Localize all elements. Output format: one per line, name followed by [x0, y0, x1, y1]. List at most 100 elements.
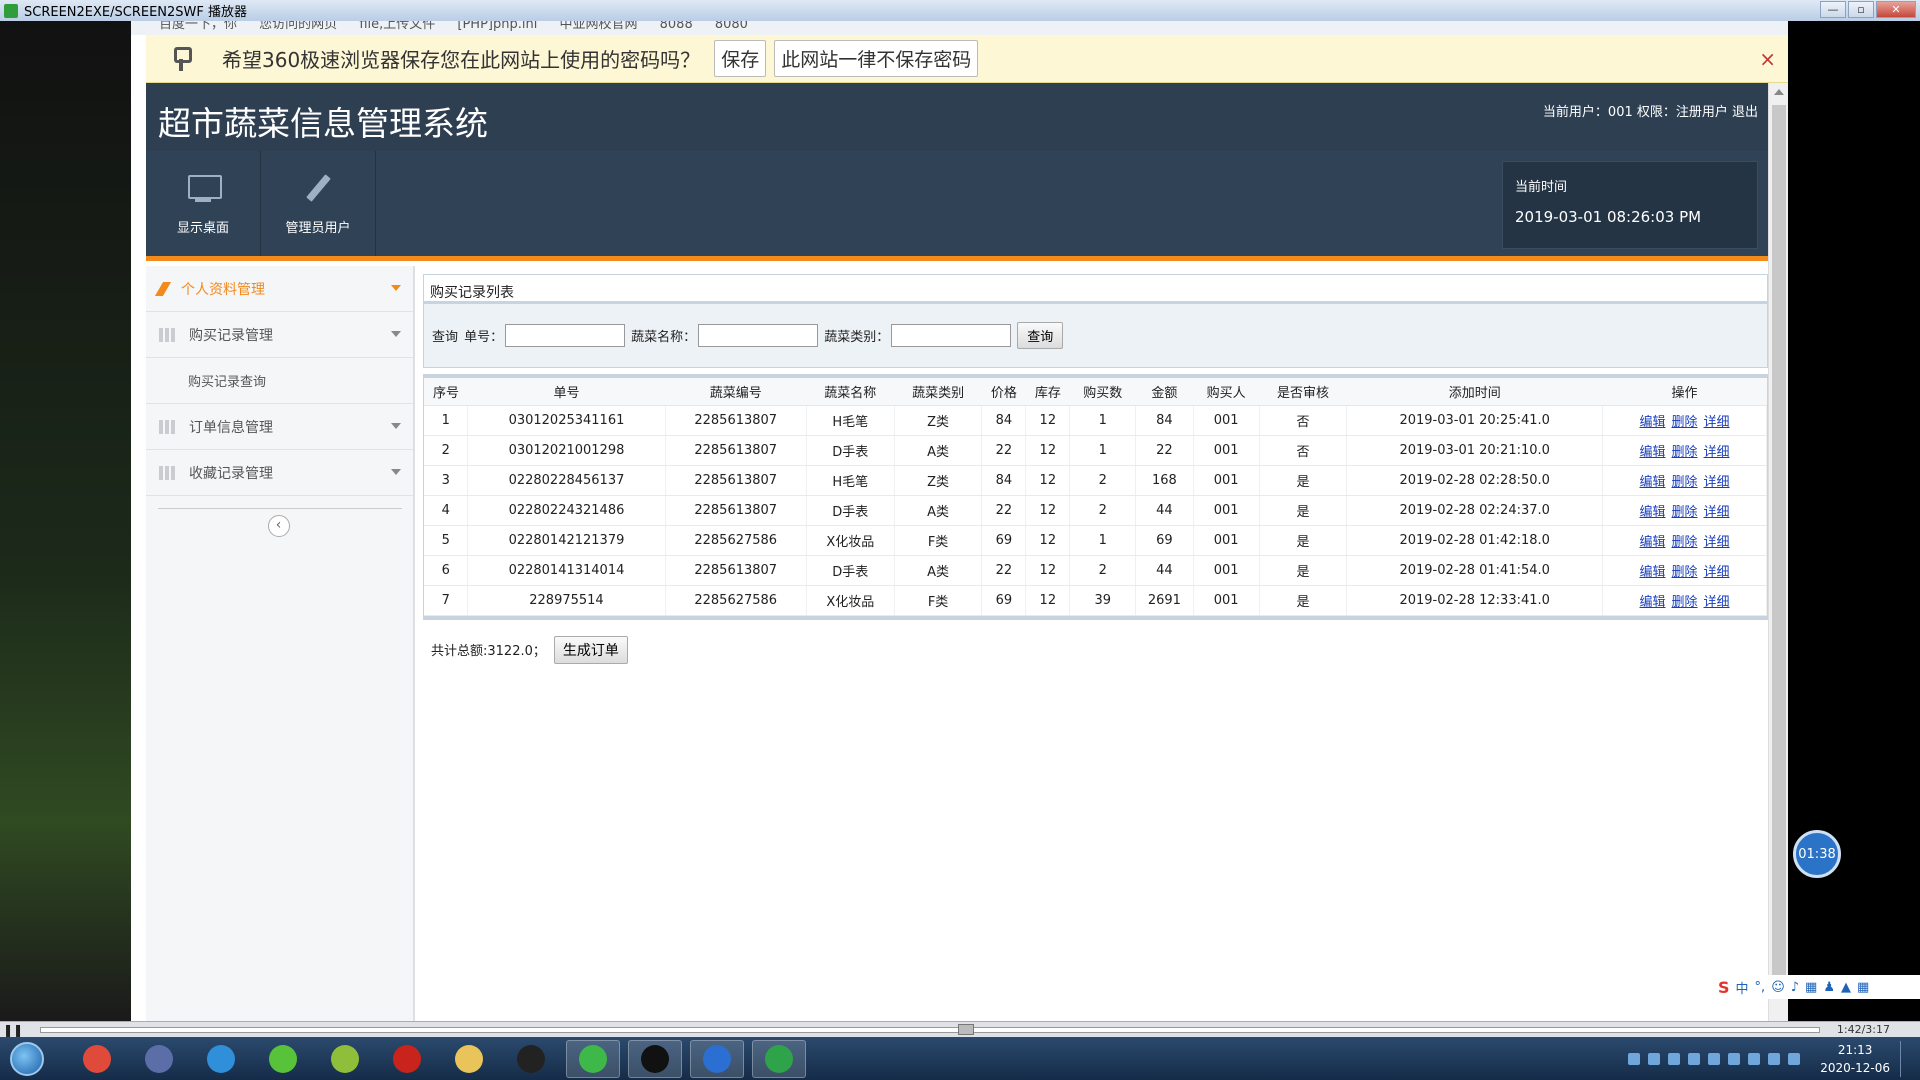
- taskbar-app-editor[interactable]: [318, 1040, 372, 1078]
- maximize-button[interactable]: ▫: [1848, 1, 1874, 18]
- delete-link[interactable]: 删除: [1672, 535, 1698, 550]
- keyboard-icon[interactable]: ▦: [1805, 980, 1817, 995]
- taskbar-app-chrome[interactable]: [70, 1040, 124, 1078]
- show-desktop-button[interactable]: [1900, 1041, 1912, 1077]
- edit-link[interactable]: 编辑: [1640, 415, 1666, 430]
- tray-icon[interactable]: [1748, 1053, 1761, 1065]
- detail-link[interactable]: 详细: [1704, 595, 1730, 610]
- seek-handle[interactable]: [958, 1024, 974, 1035]
- taskbar-app-browser-360[interactable]: [194, 1040, 248, 1078]
- tray-icon[interactable]: [1788, 1053, 1801, 1065]
- actions-cell: 编辑 删除 详细: [1602, 495, 1767, 526]
- generate-order-button[interactable]: 生成订单: [553, 635, 628, 664]
- user-info[interactable]: 当前用户：001 权限：注册用户 退出: [1543, 101, 1758, 120]
- emoji-icon[interactable]: ☺: [1771, 980, 1785, 995]
- collapse-sidebar-button[interactable]: ‹: [267, 515, 290, 537]
- scroll-up-icon[interactable]: [1774, 89, 1784, 95]
- vegetable-name-input[interactable]: [698, 324, 819, 347]
- taskbar-clock[interactable]: 21:13 2020-12-06: [1820, 1041, 1890, 1077]
- microphone-icon[interactable]: ♪: [1791, 980, 1799, 995]
- current-time-label: 当前时间: [1515, 180, 1568, 195]
- detail-link[interactable]: 详细: [1704, 535, 1730, 550]
- bookmark-item[interactable]: 您访问的网页: [259, 21, 337, 32]
- skin-icon[interactable]: ▲: [1841, 980, 1851, 995]
- delete-link[interactable]: 删除: [1672, 475, 1698, 490]
- start-button[interactable]: [10, 1041, 44, 1076]
- seek-bar[interactable]: [40, 1027, 1820, 1033]
- edit-link[interactable]: 编辑: [1640, 565, 1666, 580]
- query-prefix: 查询: [432, 330, 459, 345]
- table-cell: 03012025341161: [467, 405, 666, 436]
- taskbar-app-wechat[interactable]: [566, 1039, 620, 1078]
- edit-link[interactable]: 编辑: [1640, 505, 1666, 520]
- close-button[interactable]: ✕: [1876, 1, 1916, 18]
- table-cell: 2691: [1135, 585, 1194, 616]
- detail-link[interactable]: 详细: [1704, 415, 1730, 430]
- delete-link[interactable]: 删除: [1672, 595, 1698, 610]
- order-number-input[interactable]: [505, 324, 626, 347]
- tray-icon[interactable]: [1688, 1053, 1701, 1065]
- detail-link[interactable]: 详细: [1704, 475, 1730, 490]
- tray-icon[interactable]: [1728, 1053, 1741, 1065]
- detail-link[interactable]: 详细: [1704, 445, 1730, 460]
- sidebar-item-profile[interactable]: 个人资料管理: [146, 266, 413, 312]
- chevron-down-icon: [391, 423, 401, 429]
- punctuation-icon[interactable]: °,: [1755, 980, 1766, 995]
- player-app-icon: [4, 3, 18, 18]
- taskbar-app-player[interactable]: [132, 1040, 186, 1078]
- never-save-button[interactable]: 此网站一律不保存密码: [774, 40, 979, 77]
- scrollbar-thumb[interactable]: [1772, 105, 1786, 985]
- taskbar-app-screen2swf[interactable]: [752, 1039, 806, 1078]
- save-password-button[interactable]: 保存: [714, 40, 767, 77]
- delete-link[interactable]: 删除: [1672, 565, 1698, 580]
- tray-icon[interactable]: [1768, 1053, 1781, 1065]
- bookmark-item[interactable]: 8088: [660, 21, 693, 32]
- tray-icon[interactable]: [1708, 1053, 1721, 1065]
- bookmark-item[interactable]: [PHP]php.ini: [457, 21, 537, 32]
- vegetable-category-input[interactable]: [891, 324, 1012, 347]
- bookmark-item[interactable]: 中亚网校官网: [559, 21, 637, 32]
- sidebar-item-purchase-records[interactable]: 购买记录管理: [146, 312, 413, 358]
- nav-show-desktop[interactable]: 显示桌面: [146, 151, 261, 256]
- bookmark-item[interactable]: 百度一下，你: [159, 21, 237, 32]
- detail-link[interactable]: 详细: [1704, 565, 1730, 580]
- taskbar-app-qq[interactable]: [504, 1040, 558, 1078]
- close-bar-icon[interactable]: ×: [1759, 47, 1776, 71]
- detail-link[interactable]: 详细: [1704, 505, 1730, 520]
- table-cell: 2019-02-28 02:28:50.0: [1346, 465, 1604, 496]
- nav-admin-user[interactable]: 管理员用户: [261, 151, 376, 256]
- user-icon[interactable]: ♟: [1823, 980, 1835, 995]
- sidebar-subitem-purchase-query[interactable]: 购买记录查询: [146, 358, 413, 404]
- table-cell: 是: [1259, 525, 1348, 556]
- table-cell: 2285627586: [665, 585, 807, 616]
- tray-icon[interactable]: [1648, 1053, 1661, 1065]
- edit-link[interactable]: 编辑: [1640, 595, 1666, 610]
- edit-link[interactable]: 编辑: [1640, 445, 1666, 460]
- minimize-button[interactable]: —: [1820, 1, 1846, 18]
- edit-link[interactable]: 编辑: [1640, 535, 1666, 550]
- delete-link[interactable]: 删除: [1672, 415, 1698, 430]
- bookmark-item[interactable]: file,上传文件: [359, 21, 435, 32]
- taskbar-app-flash[interactable]: [380, 1040, 434, 1078]
- qq-icon: [517, 1044, 545, 1073]
- taskbar-app-explorer[interactable]: [442, 1040, 496, 1078]
- sidebar-item-favorites[interactable]: 收藏记录管理: [146, 450, 413, 496]
- ime-mode[interactable]: 中: [1736, 978, 1749, 997]
- taskbar-app-leaf[interactable]: [256, 1040, 310, 1078]
- bookmark-item[interactable]: 8080: [715, 21, 748, 32]
- tray-icon[interactable]: [1668, 1053, 1681, 1065]
- sidebar-item-orders[interactable]: 订单信息管理: [146, 404, 413, 450]
- taskbar-app-word[interactable]: [690, 1039, 744, 1078]
- delete-link[interactable]: 删除: [1672, 445, 1698, 460]
- sidebar-item-label: 收藏记录管理: [189, 465, 273, 482]
- pause-icon[interactable]: ❚❚: [3, 1023, 23, 1037]
- delete-link[interactable]: 删除: [1672, 505, 1698, 520]
- toolbox-icon[interactable]: ▦: [1857, 980, 1869, 995]
- taskbar-app-recorder[interactable]: [628, 1039, 682, 1078]
- edit-link[interactable]: 编辑: [1640, 475, 1666, 490]
- tray-icon[interactable]: [1628, 1053, 1641, 1065]
- chrome-icon: [83, 1044, 111, 1073]
- vertical-scrollbar[interactable]: [1768, 83, 1788, 1021]
- sogou-icon[interactable]: S: [1718, 978, 1730, 997]
- query-button[interactable]: 查询: [1017, 322, 1064, 349]
